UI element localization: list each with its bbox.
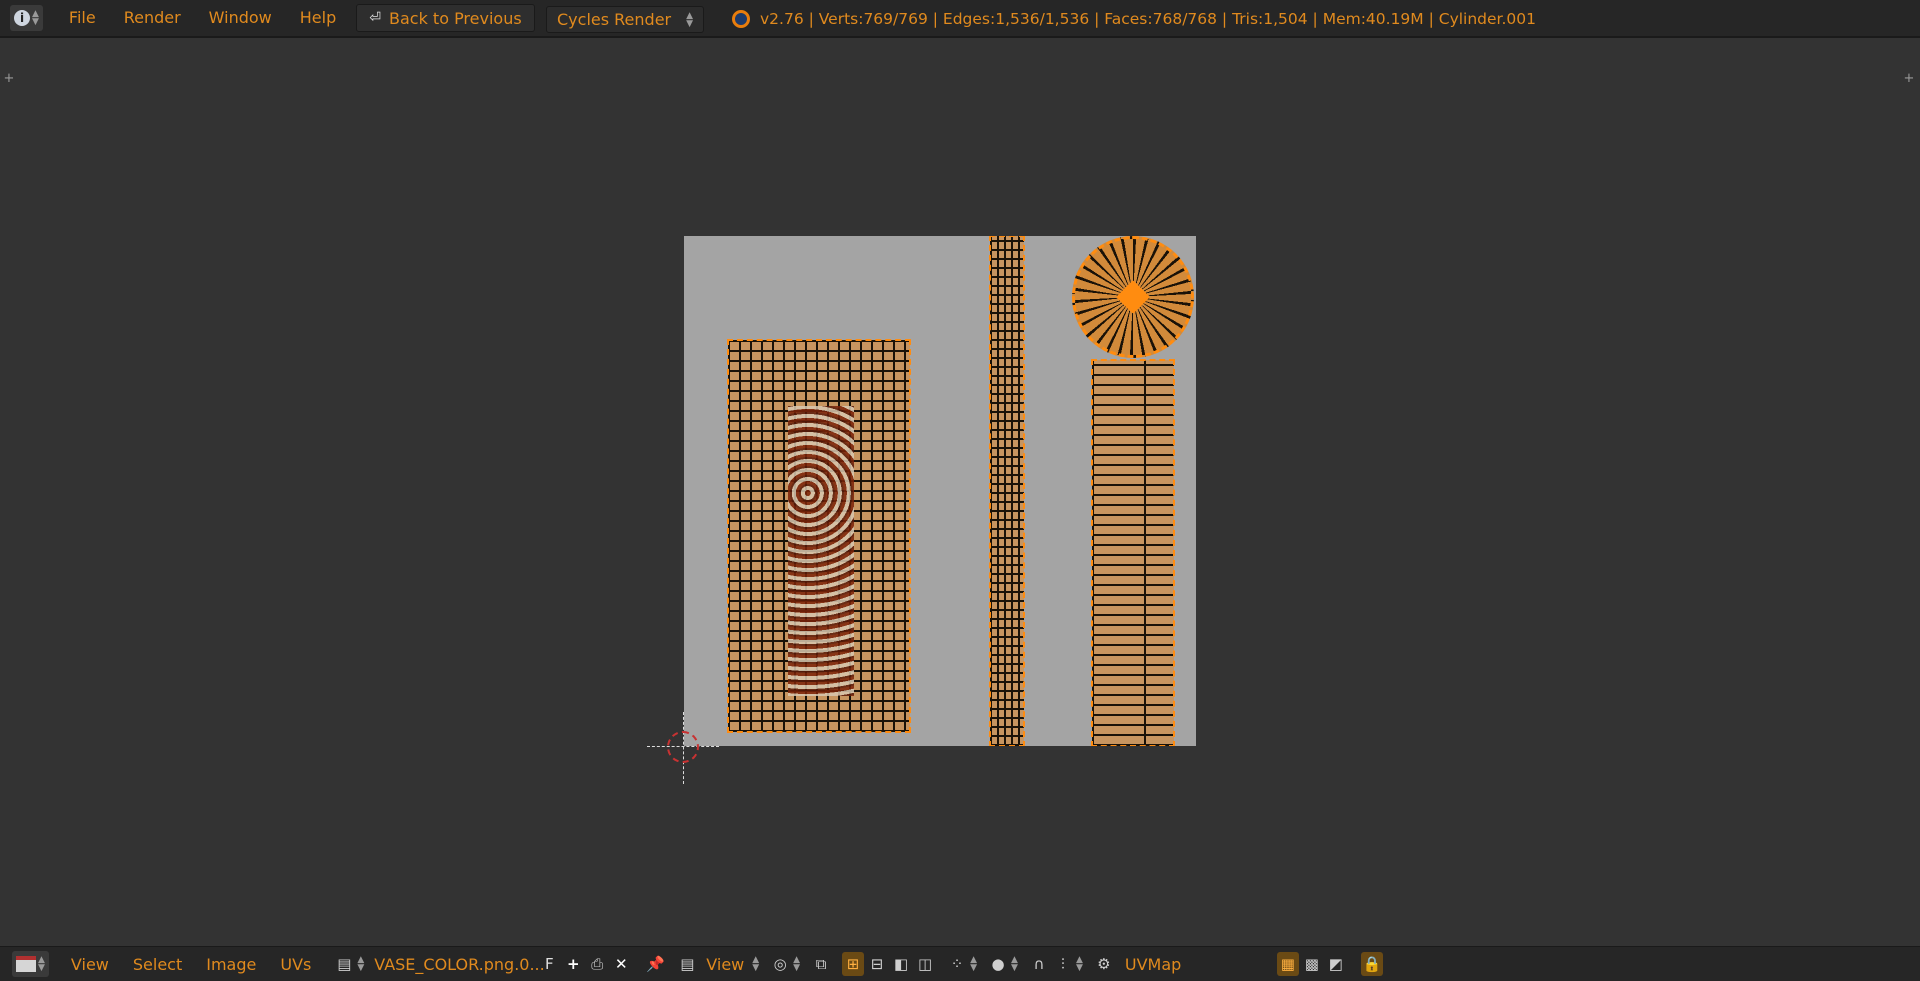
chevron-updown-icon: ▲ ▼ (752, 955, 760, 973)
fake-user-toggle[interactable]: F (538, 952, 560, 976)
snap-magnet-icon[interactable]: ∩ (1028, 952, 1050, 976)
blender-logo-icon (732, 10, 750, 28)
pivot-group: ◎ ▲ ▼ (769, 952, 800, 976)
sync-selection-icon[interactable]: ⧉ (810, 952, 832, 976)
uv-island-base-disc[interactable] (1072, 236, 1194, 358)
select-mode-group: ⊞ ⊟ ◧ ◫ (842, 952, 936, 976)
menu-render[interactable]: Render (110, 0, 195, 37)
texture-pattern (788, 406, 854, 696)
image-editor-icon (16, 956, 36, 972)
chevron-updown-icon: ▲ ▼ (1011, 955, 1018, 973)
proportional-edit-icon[interactable]: ● (987, 952, 1009, 976)
render-engine-label: Cycles Render (557, 10, 672, 29)
chevron-updown-icon: ▲ ▼ (686, 10, 693, 29)
menu-select[interactable]: Select (121, 955, 194, 974)
menu-view[interactable]: View (59, 955, 121, 974)
image-browse-icon[interactable]: ▤ (333, 952, 355, 976)
view-mode-label[interactable]: View (700, 955, 750, 974)
menu-help[interactable]: Help (286, 0, 350, 37)
draw-alpha-icon[interactable]: ▩ (1301, 952, 1323, 976)
scene-stats-text: v2.76 | Verts:769/769 | Edges:1,536/1,53… (760, 10, 1537, 28)
back-arrow-icon: ⏎ (369, 10, 381, 26)
open-image-icon[interactable]: ⎙ (586, 952, 608, 976)
uv-island-rings[interactable] (1091, 359, 1175, 746)
draw-texture-icon[interactable]: ▦ (1276, 952, 1299, 976)
back-to-previous-label: Back to Previous (388, 8, 522, 28)
texture-image (684, 236, 1196, 746)
face-select-icon[interactable]: ◧ (890, 952, 912, 976)
back-to-previous-button[interactable]: ⏎ Back to Previous (356, 4, 535, 32)
image-browse-group: ▤ ▲ ▼ VASE_COLOR.png.0... F + ⎙ ✕ (333, 951, 632, 977)
menu-uvs[interactable]: UVs (268, 955, 323, 974)
render-engine-dropdown[interactable]: Cycles Render ▲ ▼ (546, 6, 704, 33)
scene-stats: v2.76 | Verts:769/769 | Edges:1,536/1,53… (732, 0, 1536, 38)
snap-group: ∩ ⫶ ▲ ▼ (1028, 952, 1083, 976)
unlink-image-icon[interactable]: ✕ (610, 952, 632, 976)
menu-file[interactable]: File (55, 0, 110, 37)
proportional-group: ● ▲ ▼ (987, 952, 1018, 976)
view-mode-icon[interactable]: ▤ (676, 952, 698, 976)
uv-island-strip[interactable] (989, 236, 1025, 746)
chevron-updown-icon: ▲ ▼ (1075, 955, 1083, 973)
chevron-updown-icon: ▲ ▼ (32, 9, 39, 27)
sticky-selection-icon[interactable]: ⁘ (946, 952, 968, 976)
island-select-icon[interactable]: ◫ (914, 952, 936, 976)
lock-icon[interactable]: 🔒 (1360, 952, 1383, 976)
editor-type-selector[interactable]: i ▲ ▼ (10, 5, 43, 31)
uvmap-icon: ⚙ (1097, 955, 1111, 973)
chevron-updown-icon: ▲ ▼ (357, 955, 365, 973)
menu-image[interactable]: Image (194, 955, 268, 974)
editor-type-selector[interactable]: ▲ ▼ (12, 951, 49, 977)
menu-window[interactable]: Window (195, 0, 286, 37)
draw-options-group: ▦ ▩ ◩ (1276, 952, 1347, 976)
vertex-select-icon[interactable]: ⊞ (842, 952, 865, 976)
2d-cursor-icon[interactable] (667, 731, 699, 763)
sticky-mode-group: ⁘ ▲ ▼ (946, 952, 977, 976)
pin-icon[interactable]: 📌 (644, 952, 666, 976)
properties-expand-icon[interactable]: + (1902, 72, 1916, 86)
edge-select-icon[interactable]: ⊟ (866, 952, 888, 976)
chevron-updown-icon: ▲ ▼ (38, 955, 45, 973)
chevron-updown-icon: ▲ ▼ (793, 955, 801, 973)
pivot-point-icon[interactable]: ◎ (769, 952, 791, 976)
view-mode-group: ▤ View ▲ ▼ (676, 952, 759, 976)
snap-element-icon[interactable]: ⫶ (1052, 952, 1074, 976)
new-image-icon[interactable]: + (562, 952, 584, 976)
uvmap-group: ⚙ UVMap (1093, 951, 1267, 977)
toolshelf-expand-icon[interactable]: + (2, 72, 16, 86)
info-icon: i (14, 10, 30, 26)
uv-editor-header: ▲ ▼ View Select Image UVs ▤ ▲ ▼ VASE_COLOR… (0, 946, 1920, 981)
uvmap-field[interactable]: UVMap (1116, 951, 1267, 977)
chevron-updown-icon: ▲ ▼ (970, 955, 978, 973)
draw-zdepth-icon[interactable]: ◩ (1325, 952, 1347, 976)
image-name-field[interactable]: VASE_COLOR.png.0... (366, 951, 545, 977)
